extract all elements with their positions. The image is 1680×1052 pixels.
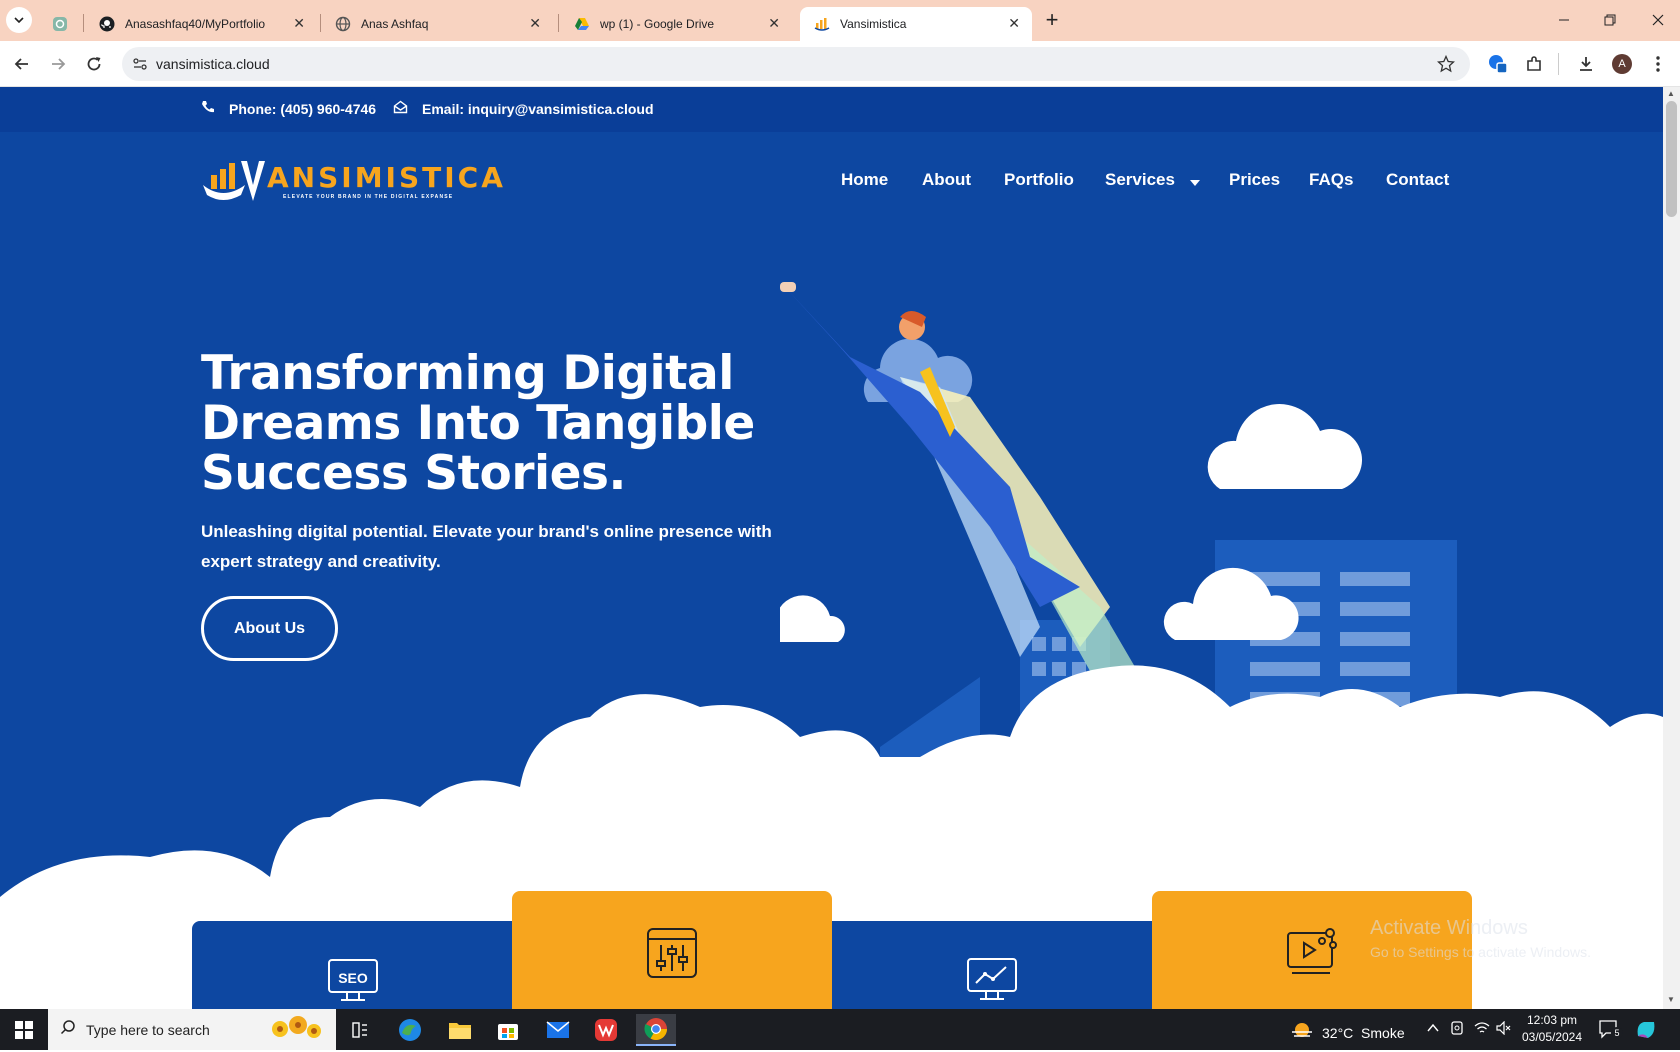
phone-icon [201,100,215,117]
meet-now-icon[interactable] [1450,1021,1464,1040]
tab-separator [83,14,84,32]
chrome-taskbar-icon[interactable] [636,1014,676,1046]
tab-search-button[interactable] [6,7,32,33]
chevron-up-icon[interactable] [1426,1021,1440,1040]
nav-prices[interactable]: Prices [1229,170,1280,190]
tab-anas-ashfaq[interactable]: Anas Ashfaq ✕ [321,7,553,41]
avatar: A [1612,54,1632,74]
extension-copilot-icon[interactable] [1486,52,1510,76]
search-icon [60,1019,76,1040]
site-info-icon[interactable] [132,56,148,77]
scrollbar-thumb[interactable] [1666,101,1677,217]
haze-sun-icon [1290,1020,1314,1045]
page-scrollbar[interactable]: ▲ ▼ [1663,87,1680,1009]
website-page: Phone: (405) 960-4746 Email: inquiry@van… [0,87,1663,1009]
caret-down-icon [1189,171,1200,191]
reload-icon[interactable] [82,52,106,76]
video-share-icon [1286,927,1338,984]
notification-count-badge: 5 [1611,1027,1623,1039]
weather-widget[interactable]: 32°C Smoke [1290,1020,1405,1045]
hero-title: Transforming Digital Dreams Into Tangibl… [201,346,755,501]
chatgpt-icon [52,16,68,32]
windows-taskbar: Type here to search 32°C Smoke 12:03 pm … [0,1009,1680,1050]
service-card-seo[interactable]: SEO [192,921,512,1009]
email-info[interactable]: Email: inquiry@vansimistica.cloud [393,100,654,117]
flowers-icon [266,1013,326,1052]
nav-faqs[interactable]: FAQs [1309,170,1353,190]
tab-title: Anasashfaq40/MyPortfolio [125,17,266,31]
hero-subtitle: Unleashing digital potential. Elevate yo… [201,522,772,571]
windows-start-icon[interactable] [4,1014,44,1046]
nav-contact[interactable]: Contact [1386,170,1449,190]
microsoft-store-icon[interactable] [488,1014,528,1046]
close-icon[interactable]: ✕ [768,15,780,32]
close-icon[interactable]: ✕ [529,15,541,32]
clock[interactable]: 12:03 pm 03/05/2024 [1520,1013,1584,1044]
service-card-design[interactable] [512,891,832,1009]
analytics-monitor-icon [966,957,1018,1009]
toolbar-divider [1558,53,1559,75]
edge-browser-icon[interactable] [390,1014,430,1046]
tab-title: wp (1) - Google Drive [600,17,715,31]
url-text[interactable]: vansimistica.cloud [156,56,270,72]
back-arrow-icon[interactable] [10,52,34,76]
google-drive-icon [574,16,590,32]
volume-muted-icon[interactable] [1496,1020,1512,1040]
windows-activation-watermark: Activate Windows Go to Settings to activ… [1370,917,1591,960]
profile-avatar[interactable]: A [1610,52,1634,76]
minimize-button[interactable] [1554,10,1574,30]
contact-topbar: Phone: (405) 960-4746 Email: inquiry@van… [0,87,1663,132]
restore-button[interactable] [1600,10,1620,30]
more-menu-icon[interactable] [1646,52,1670,76]
seo-label: SEO [338,970,368,986]
logo-wordmark: ANSIMISTICA [267,161,506,194]
close-icon[interactable]: ✕ [293,15,305,32]
scroll-up-arrow-icon[interactable]: ▲ [1667,89,1675,98]
sliders-window-icon [646,927,698,984]
wps-office-icon[interactable] [586,1014,626,1046]
github-icon [99,16,115,32]
envelope-icon [393,100,408,117]
tab-vansimistica[interactable]: Vansimistica ✕ [800,7,1032,41]
nav-home[interactable]: Home [841,170,888,190]
search-placeholder: Type here to search [86,1021,210,1038]
site-logo[interactable]: ANSIMISTICA ELEVATE YOUR BRAND IN THE DI… [201,157,503,207]
tab-google-drive[interactable]: wp (1) - Google Drive ✕ [560,7,792,41]
copilot-taskbar-icon[interactable] [1634,1018,1658,1047]
forward-arrow-icon[interactable] [46,52,70,76]
network-icon[interactable] [1474,1021,1490,1040]
seo-monitor-icon: SEO [327,958,379,1009]
nav-services[interactable]: Services [1105,170,1200,191]
taskbar-search-box[interactable]: Type here to search [48,1009,336,1050]
new-tab-button[interactable]: + [1040,7,1064,33]
scroll-down-arrow-icon[interactable]: ▼ [1667,995,1675,1004]
browser-tab-strip: Anasashfaq40/MyPortfolio ✕ Anas Ashfaq ✕… [0,0,1680,41]
logo-tagline: ELEVATE YOUR BRAND IN THE DIGITAL EXPANS… [283,194,454,200]
nav-portfolio[interactable]: Portfolio [1004,170,1074,190]
tab-title: Anas Ashfaq [361,17,429,31]
tab-github[interactable]: Anasashfaq40/MyPortfolio ✕ [85,7,317,41]
browser-toolbar: vansimistica.cloud A [0,41,1680,87]
address-bar[interactable]: vansimistica.cloud [122,47,1470,81]
mail-icon[interactable] [538,1014,578,1046]
download-icon[interactable] [1574,52,1598,76]
phone-info[interactable]: Phone: (405) 960-4746 [201,100,376,117]
globe-icon [335,16,351,32]
service-card-analytics[interactable] [832,921,1152,1009]
extensions-puzzle-icon[interactable] [1522,52,1546,76]
nav-about[interactable]: About [922,170,971,190]
tab-title: Vansimistica [840,17,907,31]
task-view-icon[interactable] [340,1014,380,1046]
bookmark-star-icon[interactable] [1436,54,1456,78]
tab-chatgpt[interactable] [40,7,80,41]
close-window-button[interactable] [1648,10,1668,30]
notifications-icon[interactable]: 5 [1598,1019,1623,1044]
file-explorer-icon[interactable] [440,1014,480,1046]
tab-separator [558,14,559,32]
vansimistica-icon [814,16,830,32]
close-icon[interactable]: ✕ [1008,15,1020,32]
